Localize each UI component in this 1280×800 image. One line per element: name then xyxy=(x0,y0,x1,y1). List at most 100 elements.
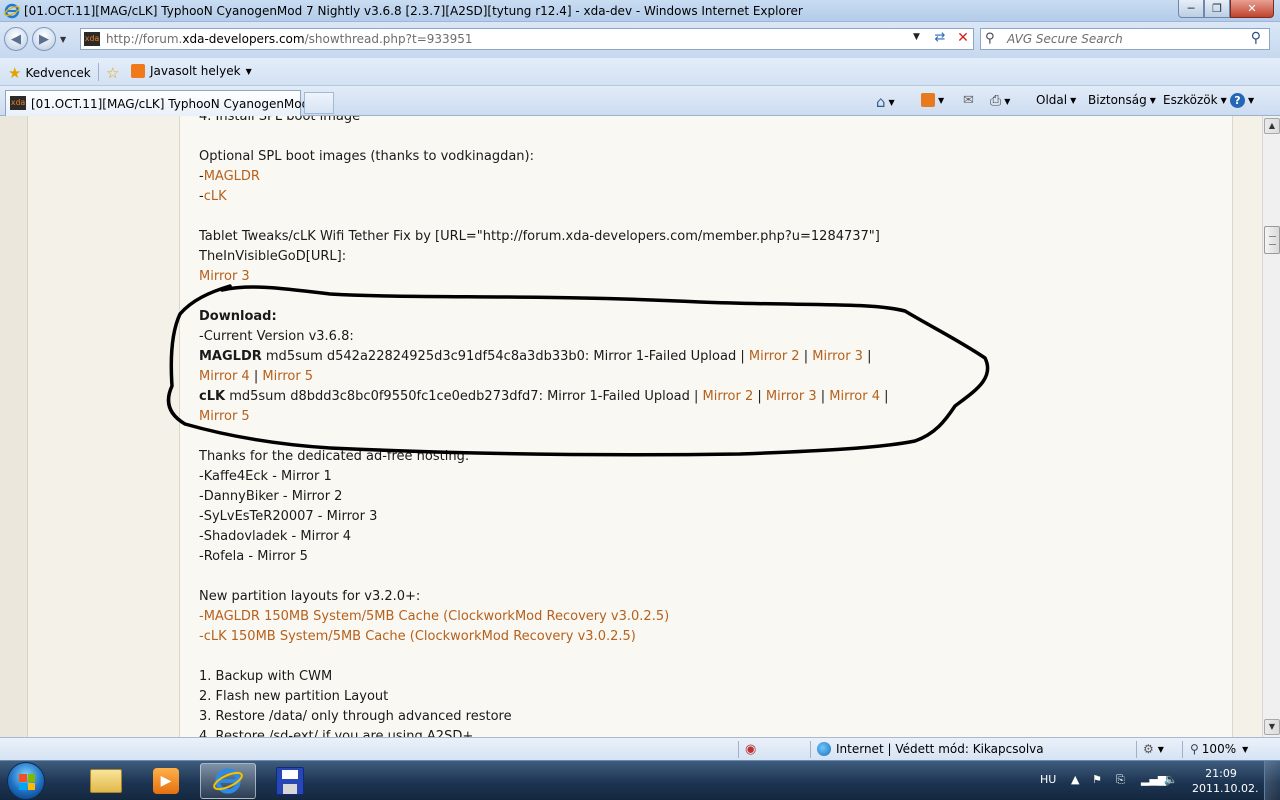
restore-icon: ❐ xyxy=(1212,2,1222,15)
help-icon: ? xyxy=(1230,93,1245,108)
printer-icon: ⎙ xyxy=(990,93,1002,109)
zoom-button[interactable]: ⚲ 100% ▼ xyxy=(1190,742,1248,756)
feeds-button[interactable]: ▼ xyxy=(921,93,944,107)
history-dropdown-icon[interactable]: ▼ xyxy=(60,35,66,44)
partition-clk-link[interactable]: cLK 150MB System/5MB Cache (ClockworkMod… xyxy=(204,629,636,644)
tether-fix-mirror3-link[interactable]: Mirror 3 xyxy=(199,269,250,284)
magldr-md5: md5sum d542a22824925d3c91df54c8a3db33b0:… xyxy=(261,349,749,364)
add-to-favorites-bar-button[interactable]: ☆ xyxy=(106,64,123,82)
search-placeholder: AVG Secure Search xyxy=(1007,32,1123,46)
list-item: 3. Restore /data/ only through advanced … xyxy=(199,709,512,724)
network-signal-icon[interactable]: ▂▄▆ xyxy=(1141,773,1166,786)
clk-mirror4-link[interactable]: Mirror 4 xyxy=(829,389,880,404)
media-player-icon: ▶ xyxy=(153,768,179,794)
status-bar: ◉ Internet | Védett mód: Kikapcsolva ⚙ ▼ … xyxy=(0,737,1280,760)
system-clock[interactable]: 21:09 2011.10.02. xyxy=(1192,766,1258,796)
divider xyxy=(738,741,739,758)
magldr-mirror2-link[interactable]: Mirror 2 xyxy=(749,349,800,364)
language-indicator[interactable]: HU xyxy=(1040,773,1056,786)
favorites-bar: ★ Kedvencek ☆ Javasolt helyek ▼ xyxy=(0,58,1280,86)
clk-mirror2-link[interactable]: Mirror 2 xyxy=(703,389,754,404)
back-button[interactable]: ◀ xyxy=(4,27,28,51)
suggested-sites-label: Javasolt helyek xyxy=(150,64,241,78)
chevron-down-icon: ▼ xyxy=(1004,96,1011,106)
show-desktop-button[interactable] xyxy=(1264,761,1280,800)
address-dropdown-icon[interactable]: ▼ xyxy=(913,32,920,42)
mail-icon: ✉ xyxy=(963,93,974,108)
forward-button[interactable]: ▶ xyxy=(32,27,56,51)
zone-label: Internet | Védett mód: Kikapcsolva xyxy=(836,742,1044,756)
suggested-sites-button[interactable]: Javasolt helyek ▼ xyxy=(131,64,252,78)
protected-mode-button[interactable]: ⚙ ▼ xyxy=(1143,742,1164,756)
new-tab-button[interactable] xyxy=(304,92,334,114)
action-center-flag-icon[interactable]: ⚑ xyxy=(1092,773,1102,786)
chevron-down-icon: ▼ xyxy=(888,97,895,107)
list-item: -Rofela - Mirror 5 xyxy=(199,549,308,564)
help-menu[interactable]: ? ▼ xyxy=(1230,93,1254,108)
navigation-bar: ◀ ▶ ▼ xda http://forum.xda-developers.co… xyxy=(0,22,1280,58)
tools-menu[interactable]: Eszközök ▼ xyxy=(1163,93,1227,107)
title-bar: [01.OCT.11][MAG/cLK] TyphooN CyanogenMod… xyxy=(0,0,1280,22)
tab-bar: xda [01.OCT.11][MAG/cLK] TyphooN Cyanoge… xyxy=(0,86,1280,116)
maximize-button[interactable]: ❐ xyxy=(1204,0,1230,18)
magldr-download-row: MAGLDR md5sum d542a22824925d3c91df54c8a3… xyxy=(199,349,872,364)
magldr-mirror3-link[interactable]: Mirror 3 xyxy=(812,349,863,364)
show-hidden-icons-button[interactable]: ▲ xyxy=(1071,773,1079,786)
search-box[interactable]: ⚲ AVG Secure Search ⚲ xyxy=(980,28,1270,50)
stop-button[interactable]: ✕ xyxy=(954,30,972,48)
divider xyxy=(810,741,811,758)
magldr-mirror4-link[interactable]: Mirror 4 xyxy=(199,369,250,384)
safety-menu[interactable]: Biztonság ▼ xyxy=(1088,93,1156,107)
list-item: -Kaffe4Eck - Mirror 1 xyxy=(199,469,332,484)
scroll-thumb[interactable] xyxy=(1264,226,1280,254)
partition-magldr-link[interactable]: MAGLDR 150MB System/5MB Cache (Clockwork… xyxy=(204,609,669,624)
tab-current[interactable]: xda [01.OCT.11][MAG/cLK] TyphooN Cyanoge… xyxy=(5,90,325,116)
security-zone[interactable]: Internet | Védett mód: Kikapcsolva xyxy=(817,742,1044,756)
safely-remove-hardware-icon[interactable]: ⎘ xyxy=(1116,773,1125,787)
clk-mirror5-link[interactable]: Mirror 5 xyxy=(199,409,250,424)
window-title: [01.OCT.11][MAG/cLK] TyphooN CyanogenMod… xyxy=(24,4,803,18)
chevron-down-icon: ▼ xyxy=(245,66,252,76)
left-margin xyxy=(0,116,28,737)
favorites-button[interactable]: ★ Kedvencek xyxy=(8,64,91,82)
clk-label: cLK xyxy=(199,389,226,404)
clk-md5: md5sum d8bdd3c8bc0f9550fc1ce0edb273dfd7:… xyxy=(225,389,703,404)
refresh-button[interactable]: ⇄ xyxy=(930,30,950,48)
vertical-scrollbar[interactable]: ▲ ▼ xyxy=(1262,116,1280,737)
clock-time: 21:09 xyxy=(1205,767,1237,780)
tab-label: [01.OCT.11][MAG/cLK] TyphooN CyanogenMod… xyxy=(31,97,325,111)
list-item: 2. Flash new partition Layout xyxy=(199,689,389,704)
clk-spl-link[interactable]: cLK xyxy=(204,189,227,204)
scroll-up-button[interactable]: ▲ xyxy=(1264,118,1280,134)
shield-icon: ⚙ xyxy=(1143,742,1154,756)
taskbar-internet-explorer[interactable] xyxy=(200,763,256,799)
page-menu[interactable]: Oldal ▼ xyxy=(1036,93,1076,107)
home-button[interactable]: ⌂ ▼ xyxy=(876,93,895,111)
read-mail-button[interactable]: ✉ xyxy=(963,93,974,108)
start-button[interactable] xyxy=(7,762,45,800)
address-bar[interactable]: xda http://forum.xda-developers.com/show… xyxy=(80,28,974,50)
url-text[interactable]: http://forum.xda-developers.com/showthre… xyxy=(106,32,473,46)
tools-menu-label: Eszközök xyxy=(1163,93,1218,107)
taskbar-media-player[interactable]: ▶ xyxy=(138,763,194,799)
text-line: Tablet Tweaks/cLK Wifi Tether Fix by [UR… xyxy=(199,229,880,244)
divider xyxy=(1136,741,1137,758)
list-item: -cLK xyxy=(199,189,227,204)
clk-mirror3-link[interactable]: Mirror 3 xyxy=(766,389,817,404)
search-go-icon[interactable]: ⚲ xyxy=(1251,30,1261,46)
ie-logo-icon xyxy=(4,3,20,19)
print-button[interactable]: ⎙ ▼ xyxy=(990,93,1010,109)
magldr-spl-link[interactable]: MAGLDR xyxy=(204,169,260,184)
scroll-down-button[interactable]: ▼ xyxy=(1264,719,1280,735)
list-item: 1. Backup with CWM xyxy=(199,669,333,684)
taskbar-floppy-app[interactable] xyxy=(262,763,318,799)
page-menu-label: Oldal xyxy=(1036,93,1068,107)
privacy-report-icon[interactable]: ◉ xyxy=(745,742,756,757)
taskbar: ▶ HU ▲ ⚑ ⎘ ▂▄▆ 🔈 21:09 2011.10.02. xyxy=(0,760,1280,800)
close-button[interactable]: ✕ xyxy=(1230,0,1274,18)
internet-globe-icon xyxy=(817,742,831,756)
magldr-mirror5-link[interactable]: Mirror 5 xyxy=(262,369,313,384)
volume-icon[interactable]: 🔈 xyxy=(1164,773,1178,786)
taskbar-explorer[interactable] xyxy=(78,763,134,799)
minimize-button[interactable]: ─ xyxy=(1178,0,1204,18)
